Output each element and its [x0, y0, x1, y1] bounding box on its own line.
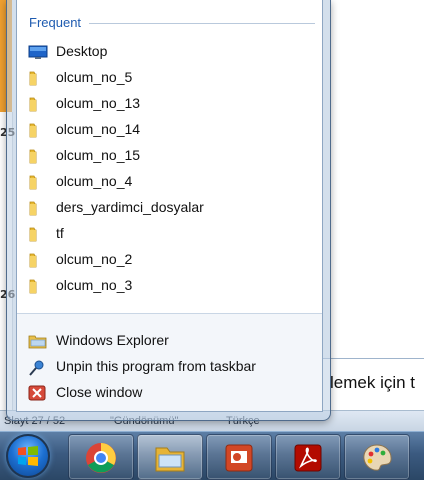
taskbar-powerpoint[interactable]	[206, 434, 272, 480]
task-close-window[interactable]: Close window	[22, 381, 316, 405]
taskbar-windows-explorer[interactable]	[137, 434, 203, 480]
task-windows-explorer[interactable]: Windows Explorer	[22, 329, 316, 353]
jump-item-label: tf	[56, 225, 64, 241]
jump-item-label: olcum_no_14	[56, 121, 141, 137]
desktop-icon	[28, 44, 48, 60]
paint-palette-icon	[363, 444, 392, 471]
close-window-icon	[28, 385, 46, 401]
jump-item-label: Desktop	[56, 43, 108, 59]
windows-logo-icon	[18, 446, 38, 466]
jump-item-label: olcum_no_3	[56, 277, 133, 293]
windows-explorer-icon	[28, 333, 47, 349]
jump-item-label: olcum_no_2	[56, 251, 133, 267]
unpin-icon	[28, 359, 46, 376]
jump-item-desktop[interactable]: Desktop	[22, 40, 316, 64]
task-label: Windows Explorer	[56, 332, 169, 348]
taskbar-paint[interactable]	[344, 434, 410, 480]
folder-icon	[28, 148, 46, 164]
jump-item-label: olcum_no_13	[56, 95, 141, 111]
taskbar-adobe-reader[interactable]	[275, 434, 341, 480]
task-label: Unpin this program from taskbar	[56, 358, 256, 374]
folder-icon	[28, 226, 46, 242]
folder-icon	[28, 278, 46, 294]
jump-item-label: olcum_no_4	[56, 173, 133, 189]
jump-item-label: ders_yardimci_dosyalar	[56, 199, 204, 215]
folder-icon	[28, 252, 46, 268]
jump-item-folder[interactable]: olcum_no_5	[22, 66, 316, 90]
folder-icon	[28, 122, 46, 138]
notes-pane[interactable]: lemek için t	[320, 358, 424, 411]
jump-item-folder[interactable]: olcum_no_4	[22, 170, 316, 194]
slide-canvas[interactable]	[330, 0, 424, 358]
powerpoint-icon	[225, 444, 253, 472]
folder-icon	[28, 96, 46, 112]
notes-text: lemek için t	[330, 373, 416, 392]
explorer-folder-icon	[155, 447, 185, 472]
folder-icon	[28, 174, 46, 190]
jump-list-content: Frequent Desktop olcum_no_5 olcum_no_13 …	[16, 0, 323, 412]
chrome-icon	[86, 443, 116, 473]
jump-item-folder[interactable]: tf	[22, 222, 316, 246]
jump-item-folder[interactable]: olcum_no_14	[22, 118, 316, 142]
folder-icon	[28, 200, 46, 216]
task-unpin[interactable]: Unpin this program from taskbar	[22, 355, 316, 379]
jump-item-label: olcum_no_5	[56, 69, 133, 85]
jump-item-folder[interactable]: olcum_no_15	[22, 144, 316, 168]
jump-item-folder[interactable]: olcum_no_3	[22, 274, 316, 298]
jump-list: Frequent Desktop olcum_no_5 olcum_no_13 …	[6, 0, 331, 421]
start-button[interactable]	[6, 434, 50, 478]
task-label: Close window	[56, 384, 143, 400]
jump-item-label: olcum_no_15	[56, 147, 141, 163]
frequent-header: Frequent	[29, 15, 82, 30]
taskbar-chrome[interactable]	[68, 434, 134, 480]
header-divider	[89, 23, 315, 24]
folder-icon	[28, 70, 46, 86]
acrobat-icon	[294, 444, 322, 472]
jump-item-folder[interactable]: ders_yardimci_dosyalar	[22, 196, 316, 220]
taskbar	[0, 431, 424, 480]
jump-item-folder[interactable]: olcum_no_2	[22, 248, 316, 272]
jump-item-folder[interactable]: olcum_no_13	[22, 92, 316, 116]
